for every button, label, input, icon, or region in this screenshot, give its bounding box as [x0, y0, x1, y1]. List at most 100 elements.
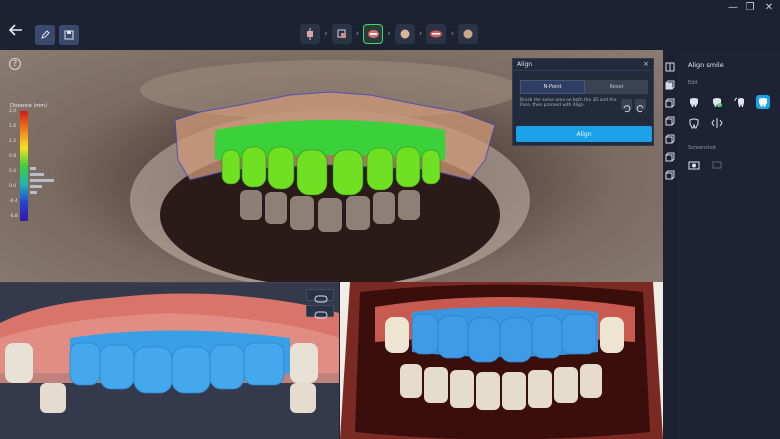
- save-icon: [64, 30, 74, 40]
- align-instructions: Brush the same area on both the 3D and t…: [520, 98, 617, 108]
- step-scan[interactable]: [300, 24, 320, 44]
- workflow-steps: › › › › ›: [300, 22, 479, 46]
- edit-icon: [41, 30, 50, 39]
- step-models[interactable]: [331, 24, 352, 44]
- view-right-button[interactable]: [665, 165, 675, 180]
- bottom-right-photo-view[interactable]: [340, 282, 663, 439]
- tooth-lower-icon: [713, 98, 722, 107]
- cube-top-icon: [665, 116, 675, 126]
- step-smile[interactable]: [363, 24, 384, 44]
- distance-legend: Distance (mm) 2.0 1.6 1.2 0.8 0.4 0.0 -0…: [8, 103, 58, 278]
- step-separator-icon: ›: [450, 29, 455, 39]
- close-window-button[interactable]: ✕: [762, 2, 776, 14]
- legend-histogram-bar: [30, 179, 54, 182]
- help-icon[interactable]: ?: [9, 58, 21, 70]
- undo-icon: [623, 105, 631, 113]
- cube-right-icon: [665, 170, 675, 180]
- legend-histogram-bar: [30, 167, 36, 170]
- tooth-upper-button[interactable]: [687, 95, 701, 109]
- top-toolbar: — ❐ ✕ › › › › ›: [0, 0, 780, 50]
- tab-reset[interactable]: Reset: [585, 80, 648, 94]
- align-dialog-title: Align: [517, 61, 533, 68]
- legend-tick: 2.0: [9, 109, 17, 114]
- section-screenshot-label: Screenshot: [688, 145, 716, 151]
- tooth-rotate-icon: [734, 97, 744, 107]
- tooth-brush-icon: [759, 98, 767, 107]
- screenshot-button[interactable]: [687, 158, 701, 172]
- align-button[interactable]: Align: [516, 126, 652, 142]
- legend-tick: -0.4: [9, 199, 18, 204]
- cube-back-icon: [665, 98, 675, 108]
- step-separator-icon: ›: [324, 29, 328, 39]
- tooth-mirror-button[interactable]: [687, 116, 701, 130]
- dental-arch-3d-render: [0, 283, 339, 439]
- step-profile-icon: [463, 29, 473, 39]
- minimize-button[interactable]: —: [726, 2, 740, 14]
- tooth-mirror-icon: [689, 118, 699, 129]
- tooth-flip-icon: [711, 118, 723, 128]
- redo-icon: [636, 105, 644, 113]
- legend-tick: 1.2: [9, 139, 17, 144]
- cube-front-icon: [665, 80, 675, 90]
- teeth-view-icon: [314, 295, 328, 303]
- view-back-button[interactable]: [665, 93, 675, 108]
- screenshot-gallery-button[interactable]: [710, 158, 724, 172]
- tooth-rotate-button[interactable]: [733, 95, 747, 109]
- split-view-icon: [665, 62, 675, 72]
- legend-tick: 1.6: [9, 124, 17, 129]
- camera-icon: [688, 161, 700, 170]
- redo-button[interactable]: [635, 99, 646, 113]
- step-scan-icon: [307, 28, 313, 40]
- panel-title: Align smile: [688, 61, 724, 69]
- legend-tick: 0.8: [9, 154, 17, 159]
- view-toggle-button[interactable]: [665, 57, 675, 72]
- step-separator-icon: ›: [418, 29, 423, 39]
- section-edit-label: Edit: [688, 80, 698, 86]
- legend-histogram-bar: [30, 173, 44, 176]
- view-left-button[interactable]: [665, 147, 675, 162]
- view-top-button[interactable]: [665, 111, 675, 126]
- align-mode-tabs: N-Point Reset: [520, 80, 648, 94]
- tooth-flip-button[interactable]: [710, 116, 724, 130]
- bottom-left-3d-view[interactable]: [0, 282, 339, 439]
- tab-n-point[interactable]: N-Point: [520, 80, 585, 94]
- view-bottom-button[interactable]: [665, 129, 675, 144]
- legend-tick: -0.8: [9, 214, 18, 219]
- restore-button[interactable]: ❐: [743, 2, 757, 14]
- close-icon[interactable]: ×: [643, 60, 649, 68]
- legend-color-scale: [20, 111, 28, 221]
- step-face-icon: [400, 29, 410, 39]
- view-option-button[interactable]: [306, 289, 334, 303]
- tooth-brush-button[interactable]: [756, 95, 770, 109]
- edit-button[interactable]: [35, 25, 55, 45]
- step-smile-icon: [367, 30, 379, 38]
- arch-view-icon: [314, 311, 328, 319]
- cube-left-icon: [665, 152, 675, 162]
- step-profile[interactable]: [458, 24, 479, 44]
- tooth-lower-button[interactable]: [710, 95, 724, 109]
- step-face[interactable]: [394, 24, 415, 44]
- step-separator-icon: ›: [355, 29, 360, 39]
- smile-photo-render: [340, 282, 663, 439]
- tooth-upper-icon: [690, 98, 698, 107]
- step-separator-icon: ›: [387, 29, 391, 39]
- right-side-panel: Align smile Edit Screenshot: [677, 50, 780, 439]
- align-dialog-header: Align ×: [513, 59, 653, 71]
- cube-bottom-icon: [665, 134, 675, 144]
- step-lips[interactable]: [426, 24, 447, 44]
- save-button[interactable]: [59, 25, 79, 45]
- align-dialog: Align × N-Point Reset Brush the same are…: [512, 58, 654, 146]
- legend-tick: 0.0: [9, 184, 17, 189]
- undo-button[interactable]: [621, 99, 632, 113]
- legend-histogram-bar: [30, 191, 37, 194]
- arrow-left-icon: [8, 24, 22, 36]
- view-orientation-strip: [663, 50, 677, 439]
- legend-histogram-bar: [30, 185, 42, 188]
- legend-tick: 0.4: [9, 169, 17, 174]
- back-button[interactable]: [8, 22, 28, 42]
- gallery-icon: [712, 161, 722, 169]
- step-lips-icon: [430, 30, 443, 38]
- view-option-button[interactable]: [306, 305, 334, 319]
- view-front-button[interactable]: [665, 75, 675, 90]
- step-models-icon: [337, 29, 346, 38]
